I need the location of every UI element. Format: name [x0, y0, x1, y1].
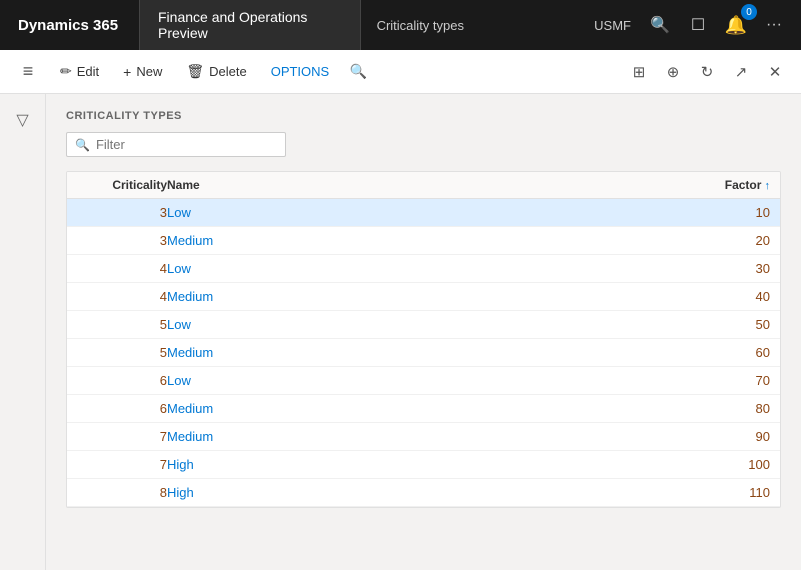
cell-factor: 90 [690, 429, 770, 444]
cell-factor: 40 [690, 289, 770, 304]
filter-bar[interactable]: 🔍 [66, 132, 286, 157]
table-row[interactable]: 3 Medium 20 [67, 227, 780, 255]
cell-criticality: 3 [77, 205, 167, 220]
cell-factor: 10 [690, 205, 770, 220]
toolbar-search-button[interactable]: 🔍 [343, 57, 373, 87]
section-title: CRITICALITY TYPES [66, 110, 781, 122]
cell-criticality: 5 [77, 317, 167, 332]
cell-name: High [167, 457, 690, 472]
cell-criticality: 3 [77, 233, 167, 248]
table-row[interactable]: 6 Medium 80 [67, 395, 780, 423]
cell-factor: 50 [690, 317, 770, 332]
d365-label: Dynamics 365 [18, 17, 118, 34]
delete-label: Delete [209, 64, 247, 79]
cell-name: Medium [167, 401, 690, 416]
table-row[interactable]: 4 Medium 40 [67, 283, 780, 311]
cell-name: Medium [167, 345, 690, 360]
cell-factor: 60 [690, 345, 770, 360]
cell-factor: 70 [690, 373, 770, 388]
office-integration-button[interactable]: ⊕ [657, 56, 689, 88]
filter-input[interactable] [96, 137, 277, 152]
edit-button[interactable]: ✏ Edit [50, 58, 109, 85]
edit-label: Edit [77, 64, 99, 79]
table-row[interactable]: 7 Medium 90 [67, 423, 780, 451]
open-new-window-button[interactable]: ↗ [725, 56, 757, 88]
col-header-factor[interactable]: Factor [690, 178, 770, 192]
page-title: Criticality types [377, 18, 464, 33]
more-menu-button[interactable]: ··· [757, 8, 791, 42]
table-row[interactable]: 8 High 110 [67, 479, 780, 507]
hamburger-menu-button[interactable]: ≡ [10, 54, 46, 90]
data-table: Criticality Name Factor 3 Low 10 3 Mediu… [66, 171, 781, 508]
options-button[interactable]: OPTIONS [261, 59, 340, 84]
table-row[interactable]: 4 Low 30 [67, 255, 780, 283]
cell-name: High [167, 485, 690, 500]
top-navigation: Dynamics 365 Finance and Operations Prev… [0, 0, 801, 50]
d365-brand[interactable]: Dynamics 365 [0, 0, 140, 50]
toolbar: ≡ ✏ Edit + New 🗑 Delete OPTIONS 🔍 ⊞ ⊕ ↻ … [0, 50, 801, 94]
cell-name: Low [167, 261, 690, 276]
cell-criticality: 4 [77, 261, 167, 276]
col-header-name: Name [167, 178, 690, 192]
content-area: CRITICALITY TYPES 🔍 Criticality Name Fac… [46, 94, 801, 570]
grid-view-button[interactable]: ⊞ [623, 56, 655, 88]
cell-factor: 100 [690, 457, 770, 472]
sidebar-filter-icon[interactable]: ▽ [10, 104, 34, 136]
new-button[interactable]: + New [113, 59, 172, 85]
notifications-button[interactable]: 🔔 0 [719, 8, 753, 42]
table-row[interactable]: 5 Medium 60 [67, 339, 780, 367]
cell-criticality: 8 [77, 485, 167, 500]
table-header: Criticality Name Factor [67, 172, 780, 199]
delete-icon: 🗑 [186, 63, 204, 80]
cell-name: Low [167, 373, 690, 388]
refresh-button[interactable]: ↻ [691, 56, 723, 88]
company-selector[interactable]: USMF [586, 18, 639, 33]
table-row[interactable]: 7 High 100 [67, 451, 780, 479]
cell-name: Medium [167, 233, 690, 248]
edit-icon: ✏ [60, 63, 72, 80]
top-nav-right: USMF 🔍 ☐ 🔔 0 ··· [576, 8, 801, 42]
options-label: OPTIONS [271, 64, 330, 79]
table-row[interactable]: 5 Low 50 [67, 311, 780, 339]
top-search-button[interactable]: 🔍 [643, 8, 677, 42]
page-title-area: Criticality types [361, 0, 577, 50]
close-button[interactable]: ✕ [759, 56, 791, 88]
app-title-area: Finance and Operations Preview [140, 0, 361, 50]
table-row[interactable]: 6 Low 70 [67, 367, 780, 395]
cell-name: Medium [167, 429, 690, 444]
cell-name: Low [167, 205, 690, 220]
cell-factor: 80 [690, 401, 770, 416]
cell-criticality: 4 [77, 289, 167, 304]
cell-criticality: 5 [77, 345, 167, 360]
notification-badge: 0 [741, 4, 757, 20]
cell-factor: 20 [690, 233, 770, 248]
cell-factor: 30 [690, 261, 770, 276]
sidebar: ▽ [0, 94, 46, 570]
app-title: Finance and Operations Preview [158, 9, 342, 41]
cell-factor: 110 [690, 485, 770, 500]
cell-criticality: 6 [77, 373, 167, 388]
cell-criticality: 6 [77, 401, 167, 416]
table-row[interactable]: 3 Low 10 [67, 199, 780, 227]
cell-name: Medium [167, 289, 690, 304]
cell-name: Low [167, 317, 690, 332]
filter-search-icon: 🔍 [75, 138, 90, 152]
cell-criticality: 7 [77, 457, 167, 472]
main-content: ▽ CRITICALITY TYPES 🔍 Criticality Name F… [0, 94, 801, 570]
table-body: 3 Low 10 3 Medium 20 4 Low 30 4 Medium 4… [67, 199, 780, 507]
bookmark-button[interactable]: ☐ [681, 8, 715, 42]
toolbar-right-actions: ⊞ ⊕ ↻ ↗ ✕ [623, 56, 791, 88]
delete-button[interactable]: 🗑 Delete [176, 58, 256, 85]
col-header-criticality: Criticality [77, 178, 167, 192]
new-icon: + [123, 64, 131, 80]
cell-criticality: 7 [77, 429, 167, 444]
hamburger-icon: ≡ [23, 61, 34, 82]
new-label: New [136, 64, 162, 79]
